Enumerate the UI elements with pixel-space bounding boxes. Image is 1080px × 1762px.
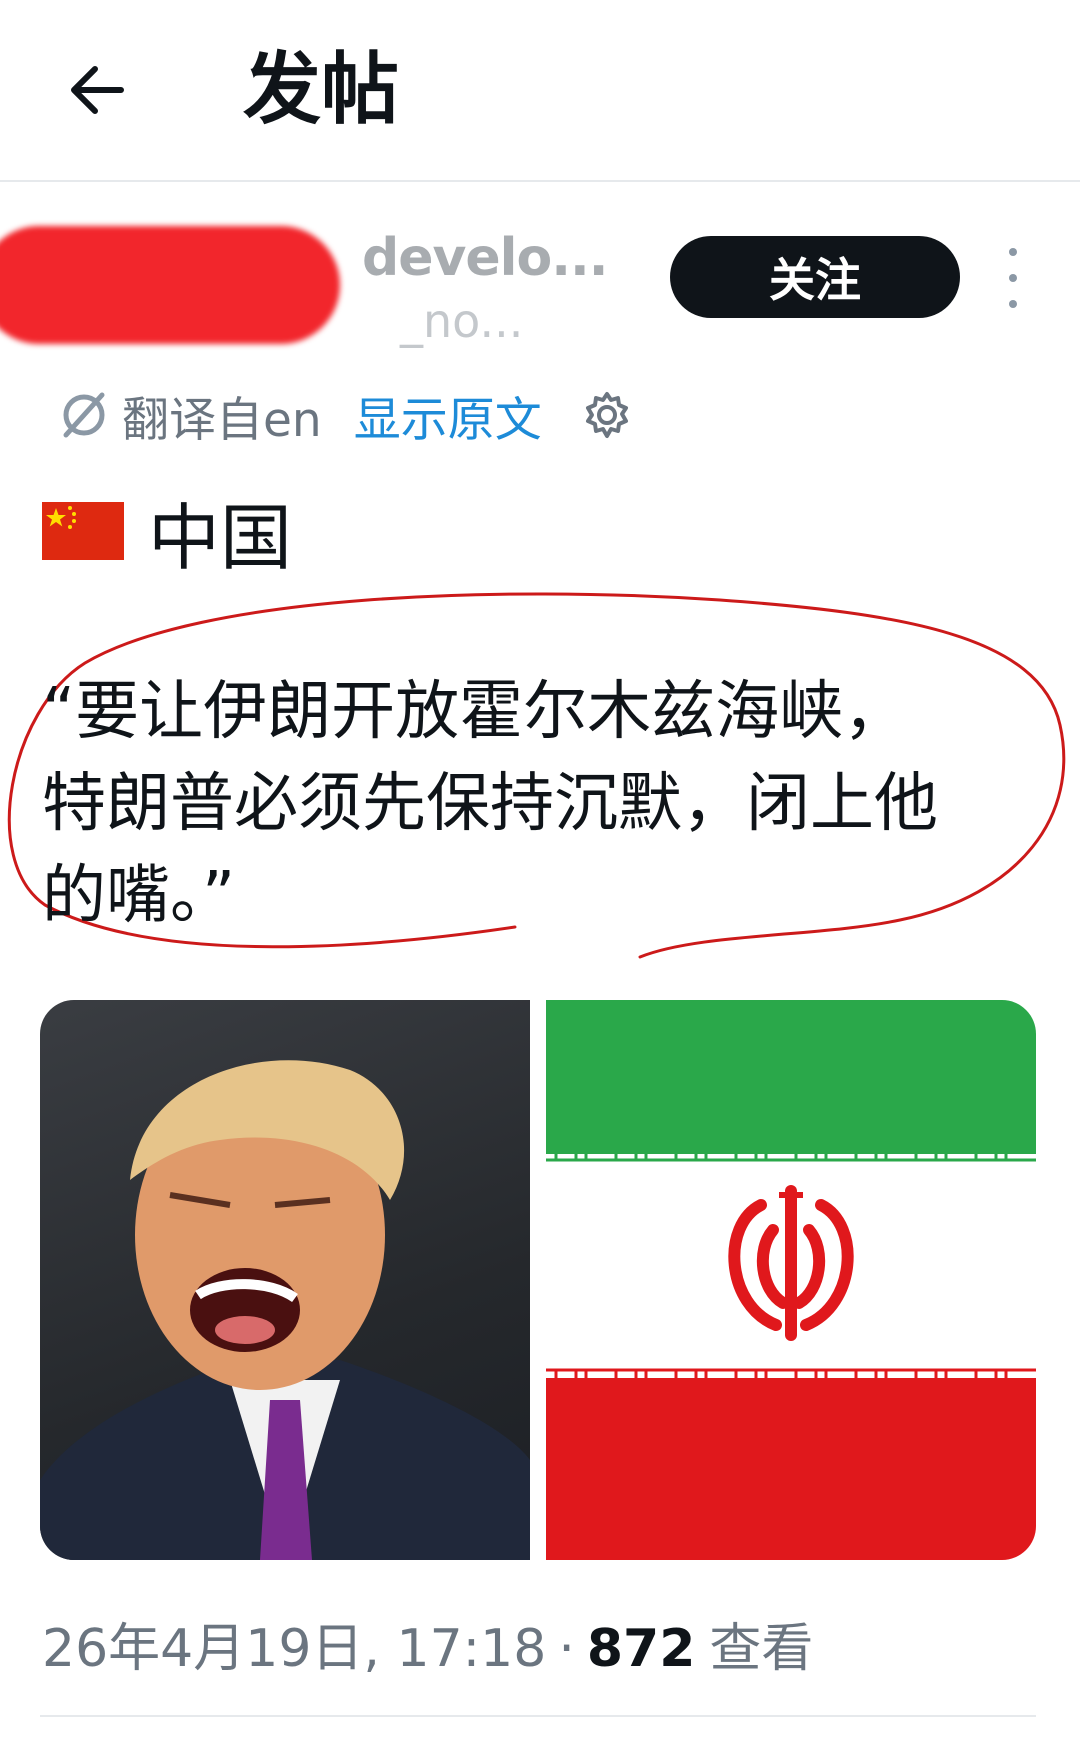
- kufic-border-bottom: [546, 1368, 1036, 1388]
- post-date: 26年4月19日, 17:18: [42, 1619, 547, 1679]
- media-photo[interactable]: [40, 1000, 530, 1560]
- post-text: “要让伊朗开放霍尔木兹海峡， 特朗普必须先保持沉默，闭上他 的嘴。”: [42, 666, 1032, 942]
- back-button[interactable]: [62, 50, 132, 130]
- translated-from-label: 翻译自en: [122, 392, 322, 448]
- post-meta: 26年4月19日, 17:18 · 872 查看: [42, 1606, 813, 1681]
- more-options-button[interactable]: [998, 248, 1028, 308]
- more-vertical-icon: [1009, 248, 1017, 256]
- author-display-name[interactable]: develo...: [362, 228, 608, 288]
- top-bar: 发帖: [0, 0, 1080, 182]
- author-handle[interactable]: _no...: [400, 294, 523, 348]
- china-flag-icon: [42, 502, 124, 560]
- arrow-left-icon: [71, 66, 124, 114]
- views-count[interactable]: 872: [587, 1619, 696, 1679]
- kufic-border-top: [546, 1142, 1036, 1162]
- follow-button[interactable]: 关注: [670, 236, 960, 318]
- translation-bar: 翻译自en 显示原文: [58, 380, 632, 450]
- media-iran-flag[interactable]: [546, 1000, 1036, 1560]
- country-line: 中国: [42, 486, 292, 580]
- person-photo: [40, 1060, 530, 1560]
- meta-separator: ·: [558, 1619, 575, 1679]
- flag-green-band: [546, 1000, 1036, 1152]
- country-name: 中国: [148, 495, 293, 580]
- post-text-line: “要让伊朗开放霍尔木兹海峡，: [42, 675, 908, 749]
- redaction-mark: [0, 226, 340, 344]
- views-label[interactable]: 查看: [709, 1619, 813, 1679]
- iran-emblem: [728, 1185, 854, 1341]
- gear-icon[interactable]: [582, 390, 632, 440]
- post-text-line: 特朗普必须先保持沉默，闭上他: [42, 767, 938, 841]
- divider: [40, 1715, 1036, 1717]
- flag-red-band: [546, 1378, 1036, 1560]
- show-original-link[interactable]: 显示原文: [354, 381, 542, 450]
- translate-icon: [63, 392, 105, 438]
- page-title: 发帖: [243, 45, 400, 135]
- post-text-line: 的嘴。”: [42, 859, 236, 933]
